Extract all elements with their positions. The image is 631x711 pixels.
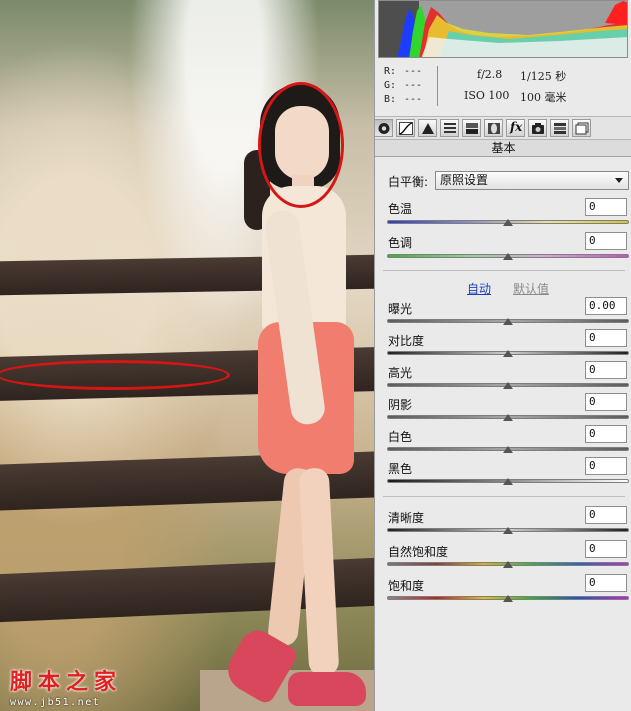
detail-icon[interactable] [418, 119, 437, 137]
pink-sneaker [288, 672, 366, 706]
b-value: --- [404, 94, 423, 105]
clarity-slider-thumb[interactable] [503, 527, 513, 534]
blacks-input[interactable]: 0 [585, 457, 627, 475]
photo-preview: 脚本之家 www.jb51.net [0, 0, 374, 711]
panel-tab-toolbar: fx [374, 116, 631, 140]
highlights-label: 高光 [388, 366, 413, 380]
site-watermark: 脚本之家 www.jb51.net [10, 664, 160, 710]
highlights-slider-thumb[interactable] [503, 382, 513, 389]
b-label: B: [384, 94, 397, 105]
shadows-slider-thumb[interactable] [503, 414, 513, 421]
pixel-readout: R: --- G: --- B: --- f/2.8 1/125 秒 ISO 1… [375, 62, 631, 112]
temperature-label: 色温 [388, 202, 413, 216]
snapshots-icon[interactable] [572, 119, 591, 137]
auto-link[interactable]: 自动 [467, 280, 491, 297]
blacks-slider-thumb[interactable] [503, 478, 513, 485]
contrast-slider-thumb[interactable] [503, 350, 513, 357]
default-link[interactable]: 默认值 [513, 280, 549, 297]
tint-slider-thumb[interactable] [503, 253, 513, 260]
section-title: 基本 [375, 140, 631, 157]
saturation-input[interactable]: 0 [585, 574, 627, 592]
camera-icon[interactable] [528, 119, 547, 137]
split-toning-icon[interactable] [462, 119, 481, 137]
g-value: --- [404, 80, 423, 91]
highlights-input[interactable]: 0 [585, 361, 627, 379]
white-balance-value: 原照设置 [440, 173, 489, 187]
contrast-label: 对比度 [388, 334, 425, 348]
histogram [378, 0, 628, 58]
watermark-text: 脚本之家 [10, 670, 123, 695]
r-label: R: [384, 66, 397, 77]
temperature-slider-thumb[interactable] [503, 219, 513, 226]
r-value: --- [404, 66, 423, 77]
fx-icon[interactable]: fx [506, 119, 525, 137]
white-balance-label: 白平衡: [388, 175, 429, 189]
divider [383, 270, 625, 271]
fx-label: fx [510, 120, 523, 134]
g-label: G: [384, 80, 397, 91]
histogram-graph [379, 1, 627, 57]
exposure-input[interactable]: 0.00 [585, 297, 627, 315]
clarity-label: 清晰度 [388, 511, 425, 525]
watermark-url: www.jb51.net [10, 697, 101, 708]
presets-icon[interactable] [550, 119, 569, 137]
chevron-down-icon [615, 178, 623, 183]
aperture-value: f/2.8 [477, 68, 503, 81]
iso-value: ISO 100 [464, 89, 510, 102]
temperature-input[interactable]: 0 [585, 198, 627, 216]
whites-input[interactable]: 0 [585, 425, 627, 443]
blacks-label: 黑色 [388, 462, 413, 476]
face-highlight-ellipse [258, 82, 344, 208]
tone-curve-icon[interactable] [396, 119, 415, 137]
vibrance-input[interactable]: 0 [585, 540, 627, 558]
saturation-slider-thumb[interactable] [503, 595, 513, 602]
aperture-icon[interactable] [374, 119, 393, 137]
fence-highlight-ellipse [0, 360, 230, 390]
exposure-label: 曝光 [388, 302, 413, 316]
exposure-slider-thumb[interactable] [503, 318, 513, 325]
saturation-label: 饱和度 [388, 579, 425, 593]
hsl-icon[interactable] [440, 119, 459, 137]
tint-input[interactable]: 0 [585, 232, 627, 250]
whites-label: 白色 [388, 430, 413, 444]
clarity-input[interactable]: 0 [585, 506, 627, 524]
vibrance-slider-thumb[interactable] [503, 561, 513, 568]
divider [383, 496, 625, 497]
whites-slider-thumb[interactable] [503, 446, 513, 453]
contrast-input[interactable]: 0 [585, 329, 627, 347]
lens-icon[interactable] [484, 119, 503, 137]
vibrance-label: 自然饱和度 [388, 545, 449, 559]
tint-label: 色调 [388, 236, 413, 250]
white-balance-select[interactable]: 原照设置 [435, 171, 629, 190]
shadows-label: 阴影 [388, 398, 413, 412]
focal-length-value: 100 毫米 [520, 91, 567, 104]
adjustment-panel: R: --- G: --- B: --- f/2.8 1/125 秒 ISO 1… [374, 0, 631, 711]
shutter-value: 1/125 秒 [520, 70, 567, 83]
readout-divider [437, 66, 438, 106]
shadows-input[interactable]: 0 [585, 393, 627, 411]
